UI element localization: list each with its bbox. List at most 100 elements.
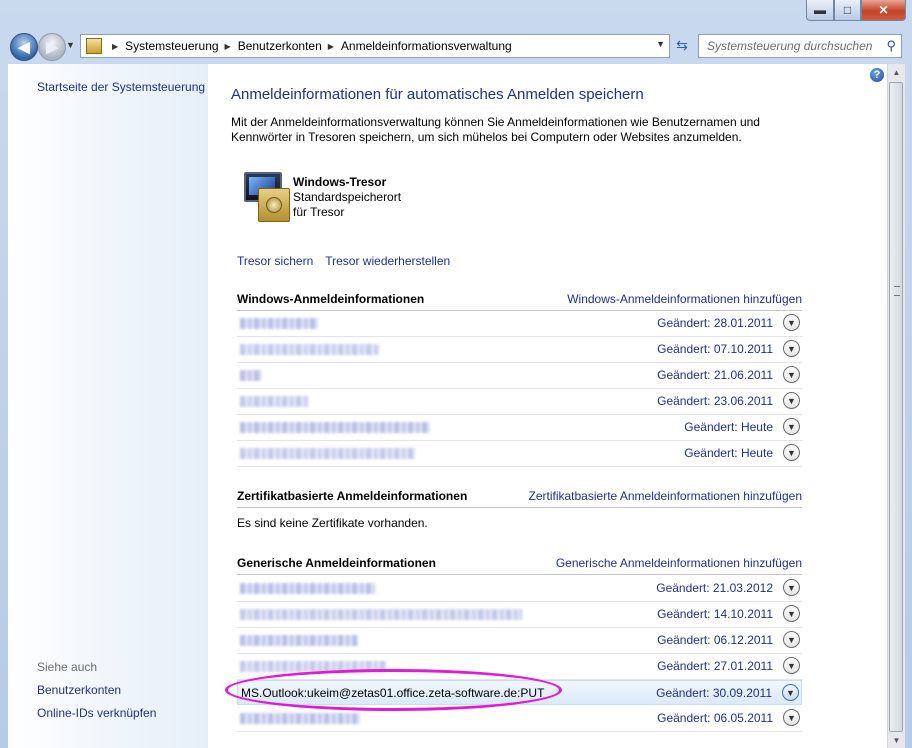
- credential-name: MS.Outlook:ukeim@zetas01.office.zeta-sof…: [241, 686, 545, 700]
- credential-row[interactable]: Geändert: 06.05.2011 ▼: [237, 706, 802, 732]
- address-dropdown-icon[interactable]: ▼: [656, 39, 665, 49]
- section-heading: Zertifikatbasierte Anmeldeinformationen: [237, 489, 468, 503]
- expand-chevron-icon[interactable]: ▼: [783, 631, 800, 648]
- vault-icon: [244, 172, 290, 222]
- breadcrumb-benutzerkonten[interactable]: Benutzerkonten: [238, 39, 322, 53]
- scroll-down-icon[interactable]: ▼: [888, 732, 905, 748]
- windows-credentials-header: Windows-Anmeldeinformationen Windows-Anm…: [237, 290, 802, 311]
- credential-row[interactable]: Geändert: Heute ▼: [237, 415, 802, 441]
- minimize-button[interactable]: ▬: [806, 0, 834, 21]
- expand-chevron-icon[interactable]: ▼: [782, 684, 799, 701]
- chevron-right-icon[interactable]: ▶: [225, 42, 231, 51]
- modified-date: Geändert: 06.12.2011: [657, 633, 773, 647]
- page-title: Anmeldeinformationen für automatisches A…: [231, 86, 644, 103]
- section-heading: Generische Anmeldeinformationen: [237, 556, 436, 570]
- redacted-name: [240, 583, 375, 594]
- main-panel: Anmeldeinformationen für automatisches A…: [208, 64, 860, 748]
- restore-vault-link[interactable]: Tresor wiederherstellen: [325, 254, 450, 268]
- control-panel-icon: [86, 38, 102, 54]
- redacted-name: [240, 661, 386, 672]
- breadcrumb-systemsteuerung[interactable]: Systemsteuerung: [125, 39, 218, 53]
- redacted-name: [240, 609, 522, 620]
- backup-vault-link[interactable]: Tresor sichern: [237, 254, 313, 268]
- add-windows-credential-link[interactable]: Windows-Anmeldeinformationen hinzufügen: [567, 292, 802, 306]
- modified-date: Geändert: Heute: [684, 420, 773, 434]
- search-box[interactable]: Systemsteuerung durchsuchen ⚲: [698, 34, 902, 58]
- credential-row[interactable]: Geändert: 21.03.2012 ▼: [237, 576, 802, 602]
- expand-chevron-icon[interactable]: ▼: [783, 579, 800, 596]
- window-controls: ▬ □ ✕: [806, 0, 906, 21]
- redacted-name: [240, 318, 318, 329]
- arrow-right-icon: ▶: [46, 39, 58, 56]
- content-area: Startseite der Systemsteuerung Siehe auc…: [8, 64, 905, 748]
- navigation-bar: ◀ ▶ ▼ ▶ Systemsteuerung ▶ Benutzerkonten…: [0, 30, 912, 62]
- expand-chevron-icon[interactable]: ▼: [783, 605, 800, 622]
- no-certificates-text: Es sind keine Zertifikate vorhanden.: [237, 516, 428, 530]
- recent-pages-dropdown[interactable]: ▼: [66, 40, 75, 50]
- chevron-right-icon[interactable]: ▶: [112, 42, 118, 51]
- chevron-right-icon[interactable]: ▶: [328, 42, 334, 51]
- vault-name: Windows-Tresor: [293, 175, 387, 189]
- grip-icon: [894, 286, 900, 296]
- modified-date: Geändert: 28.01.2011: [657, 316, 773, 330]
- credential-row[interactable]: Geändert: 14.10.2011 ▼: [237, 602, 802, 628]
- credential-row[interactable]: Geändert: Heute ▼: [237, 441, 802, 467]
- credential-row[interactable]: Geändert: 27.01.2011 ▼: [237, 654, 802, 680]
- credential-row[interactable]: Geändert: 23.06.2011 ▼: [237, 389, 802, 415]
- redacted-name: [240, 396, 308, 407]
- section-heading: Windows-Anmeldeinformationen: [237, 292, 425, 306]
- redacted-name: [240, 713, 360, 724]
- vault-actions: Tresor sichern Tresor wiederherstellen: [237, 254, 450, 268]
- scrollbar-thumb[interactable]: [889, 82, 903, 732]
- forward-button[interactable]: ▶: [38, 33, 66, 61]
- expand-chevron-icon[interactable]: ▼: [783, 418, 800, 435]
- close-button[interactable]: ✕: [861, 0, 906, 21]
- expand-chevron-icon[interactable]: ▼: [783, 709, 800, 726]
- search-icon[interactable]: ⚲: [886, 38, 896, 54]
- add-certificate-credential-link[interactable]: Zertifikatbasierte Anmeldeinformationen …: [529, 489, 803, 503]
- modified-date: Geändert: 07.10.2011: [657, 342, 773, 356]
- control-panel-window: ▬ □ ✕ ◀ ▶ ▼ ▶ Systemsteuerung ▶ Benutzer…: [0, 0, 912, 748]
- search-input[interactable]: Systemsteuerung durchsuchen: [707, 39, 872, 53]
- expand-chevron-icon[interactable]: ▼: [783, 444, 800, 461]
- modified-date: Geändert: Heute: [684, 446, 773, 460]
- expand-chevron-icon[interactable]: ▼: [783, 340, 800, 357]
- page-description: Mit der Anmeldeinformationsverwaltung kö…: [231, 115, 760, 144]
- maximize-button[interactable]: □: [834, 0, 861, 21]
- see-also-heading: Siehe auch: [37, 660, 98, 674]
- credential-row[interactable]: Geändert: 06.12.2011 ▼: [237, 628, 802, 654]
- expand-chevron-icon[interactable]: ▼: [783, 657, 800, 674]
- sidebar-link-benutzerkonten[interactable]: Benutzerkonten: [37, 683, 121, 697]
- help-icon[interactable]: ?: [870, 68, 884, 82]
- sidebar: Startseite der Systemsteuerung Siehe auc…: [8, 64, 208, 748]
- modified-date: Geändert: 27.01.2011: [657, 659, 773, 673]
- certificate-credentials-header: Zertifikatbasierte Anmeldeinformationen …: [237, 487, 802, 508]
- redacted-name: [240, 370, 262, 381]
- modified-date: Geändert: 30.09.2011: [656, 686, 772, 700]
- modified-date: Geändert: 06.05.2011: [657, 711, 773, 725]
- vault-subtitle: Standardspeicherort für Tresor: [293, 190, 402, 219]
- redacted-name: [240, 422, 430, 433]
- expand-chevron-icon[interactable]: ▼: [783, 392, 800, 409]
- credential-row[interactable]: Geändert: 21.06.2011 ▼: [237, 363, 802, 389]
- sidebar-link-online-ids[interactable]: Online-IDs verknüpfen: [37, 706, 156, 720]
- breadcrumb-anmeldeinformationsverwaltung[interactable]: Anmeldeinformationsverwaltung: [341, 39, 512, 53]
- modified-date: Geändert: 21.03.2012: [656, 581, 773, 595]
- redacted-name: [240, 635, 358, 646]
- credential-row[interactable]: Geändert: 07.10.2011 ▼: [237, 337, 802, 363]
- expand-chevron-icon[interactable]: ▼: [783, 314, 800, 331]
- modified-date: Geändert: 14.10.2011: [657, 607, 773, 621]
- address-bar[interactable]: ▶ Systemsteuerung ▶ Benutzerkonten ▶ Anm…: [80, 34, 670, 58]
- expand-chevron-icon[interactable]: ▼: [783, 366, 800, 383]
- credential-row[interactable]: Geändert: 28.01.2011 ▼: [237, 311, 802, 337]
- refresh-icon: ⇆: [676, 36, 688, 53]
- back-button[interactable]: ◀: [10, 33, 38, 61]
- scroll-up-icon[interactable]: ▲: [888, 64, 905, 80]
- vertical-scrollbar[interactable]: ▲ ▼: [887, 64, 905, 748]
- credential-row-selected[interactable]: MS.Outlook:ukeim@zetas01.office.zeta-sof…: [237, 680, 802, 705]
- modified-date: Geändert: 23.06.2011: [657, 394, 773, 408]
- add-generic-credential-link[interactable]: Generische Anmeldeinformationen hinzufüg…: [556, 556, 802, 570]
- redacted-name: [240, 344, 380, 355]
- refresh-button[interactable]: ⇆: [670, 34, 694, 56]
- sidebar-home-link[interactable]: Startseite der Systemsteuerung: [37, 80, 205, 94]
